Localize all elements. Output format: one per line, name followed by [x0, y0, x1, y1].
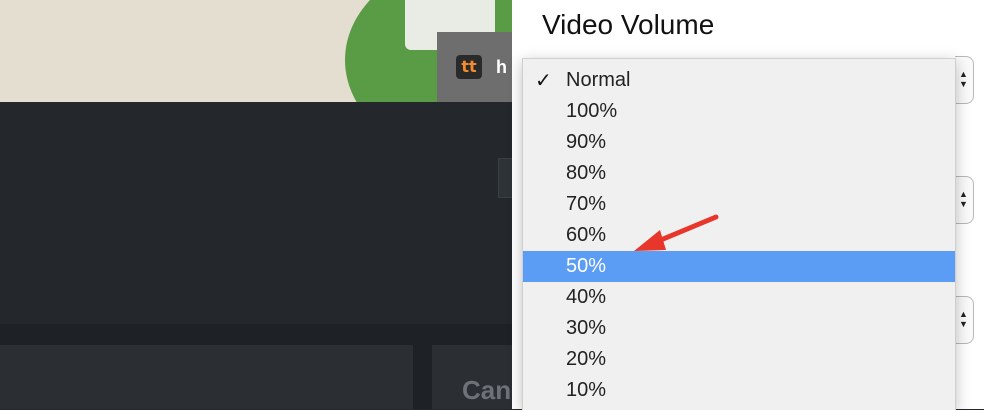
- video-volume-dropdown[interactable]: ✓ Normal 100% 90% 80% 70% 60% 50% 40% 30…: [522, 58, 956, 410]
- option-20[interactable]: 20%: [523, 344, 955, 375]
- app-logo-text: h: [496, 57, 507, 77]
- option-label: 20%: [566, 348, 607, 370]
- video-volume-title: Video Volume: [542, 9, 715, 40]
- option-10[interactable]: 10%: [523, 375, 955, 406]
- content-card-label: Can: [462, 375, 512, 405]
- checkmark-icon: ✓: [535, 68, 552, 92]
- secondary-select-edge[interactable]: ▲ ▼: [955, 176, 974, 224]
- option-label: Normal: [566, 69, 631, 91]
- panel-control[interactable]: [498, 158, 513, 198]
- option-label: 40%: [566, 286, 607, 308]
- tertiary-select-edge[interactable]: ▲ ▼: [955, 296, 974, 344]
- dark-panel: [0, 102, 512, 324]
- background-video: [0, 0, 512, 102]
- option-label: 50%: [566, 255, 607, 277]
- option-70[interactable]: 70%: [523, 189, 955, 220]
- option-label: 100%: [566, 100, 618, 122]
- option-40[interactable]: 40%: [523, 282, 955, 313]
- option-90[interactable]: 90%: [523, 127, 955, 158]
- up-down-arrows-icon: ▲ ▼: [959, 309, 968, 329]
- option-label: 90%: [566, 131, 607, 153]
- option-60[interactable]: 60%: [523, 220, 955, 251]
- option-label: 10%: [566, 379, 607, 401]
- up-down-arrows-icon: ▲ ▼: [959, 69, 968, 89]
- option-label: 70%: [566, 193, 607, 215]
- option-normal[interactable]: ✓ Normal: [523, 65, 955, 96]
- up-down-arrows-icon: ▲ ▼: [959, 189, 968, 209]
- app-logo-icon[interactable]: tt: [456, 55, 482, 79]
- video-volume-select-edge[interactable]: ▲ ▼: [955, 56, 974, 104]
- option-30[interactable]: 30%: [523, 313, 955, 344]
- content-card[interactable]: [0, 345, 413, 409]
- option-label: 60%: [566, 224, 607, 246]
- option-100[interactable]: 100%: [523, 96, 955, 127]
- red-arrow-annotation-icon: [634, 214, 719, 251]
- option-50[interactable]: 50%: [523, 251, 955, 282]
- option-80[interactable]: 80%: [523, 158, 955, 189]
- option-label: 80%: [566, 162, 607, 184]
- option-label: 30%: [566, 317, 607, 339]
